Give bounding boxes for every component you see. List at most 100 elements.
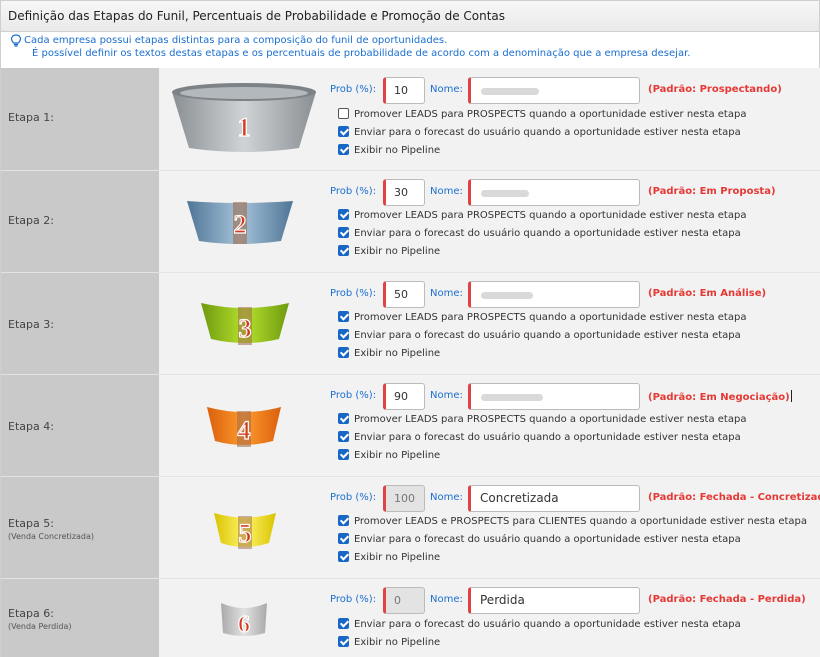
prob-label: Prob (%): xyxy=(330,492,377,503)
funnel-stage-1-icon: 1 xyxy=(169,82,319,154)
stage-label-column: Etapa 1: xyxy=(1,68,159,170)
blurred-text xyxy=(481,88,539,95)
stage-controls: Prob (%): 10 Nome: (Padrão: Prospectando… xyxy=(330,68,820,170)
prob-input[interactable]: 30 xyxy=(383,179,425,206)
stage-label: Etapa 2: xyxy=(8,214,54,227)
checkbox[interactable] xyxy=(338,431,349,442)
checkbox-row[interactable]: Enviar para o forecast do usuário quando… xyxy=(338,431,741,445)
nome-label: Nome: xyxy=(430,186,463,197)
stage-controls: Prob (%): 30 Nome: (Padrão: Em Proposta)… xyxy=(330,171,820,272)
nome-input[interactable]: Perdida xyxy=(468,587,640,614)
checkbox[interactable] xyxy=(338,636,349,647)
checkbox-label: Exibir no Pipeline xyxy=(354,552,441,563)
checkbox-row[interactable]: Promover LEADS para PROSPECTS quando a o… xyxy=(338,108,746,122)
nome-input[interactable] xyxy=(468,179,640,206)
checkbox-label: Exibir no Pipeline xyxy=(354,450,441,461)
checkbox[interactable] xyxy=(338,245,349,256)
funnel-stage-6-icon: 6 xyxy=(219,601,269,639)
checkbox-row[interactable]: Enviar para o forecast do usuário quando… xyxy=(338,618,741,632)
checkbox[interactable] xyxy=(338,551,349,562)
checkbox-row[interactable]: Exibir no Pipeline xyxy=(338,449,440,463)
prob-label: Prob (%): xyxy=(330,84,377,95)
stage-label-column: Etapa 6: (Venda Perdida) xyxy=(1,579,159,657)
checkbox-label: Promover LEADS para PROSPECTS quando a o… xyxy=(354,210,747,221)
checkbox[interactable] xyxy=(338,144,349,155)
stage-1: Etapa 1: 1 Prob (%): 10 Nome: (Padrão: P… xyxy=(1,68,820,170)
funnel-stage-2-icon: 2 xyxy=(185,197,295,247)
stage-label-column: Etapa 2: xyxy=(1,171,159,272)
checkbox-label: Enviar para o forecast do usuário quando… xyxy=(354,534,741,545)
checkbox-row[interactable]: Enviar para o forecast do usuário quando… xyxy=(338,533,741,547)
funnel-number: 1 xyxy=(238,113,251,142)
checkbox-row[interactable]: Exibir no Pipeline xyxy=(338,144,440,158)
checkbox-row[interactable]: Exibir no Pipeline xyxy=(338,245,440,259)
checkbox-row[interactable]: Enviar para o forecast do usuário quando… xyxy=(338,126,741,140)
funnel-number: 2 xyxy=(234,210,247,239)
checkbox-row[interactable]: Exibir no Pipeline xyxy=(338,347,440,361)
prob-label: Prob (%): xyxy=(330,594,377,605)
lightbulb-icon xyxy=(10,34,22,47)
checkbox-row[interactable]: Promover LEADS para PROSPECTS quando a o… xyxy=(338,311,746,325)
checkbox[interactable] xyxy=(338,108,349,119)
checkbox-row[interactable]: Exibir no Pipeline xyxy=(338,636,440,650)
checkbox-label: Enviar para o forecast do usuário quando… xyxy=(354,330,741,341)
prob-input-readonly: 100 xyxy=(383,485,425,512)
stage-label-column: Etapa 4: xyxy=(1,375,159,476)
checkbox[interactable] xyxy=(338,329,349,340)
checkbox-label: Exibir no Pipeline xyxy=(354,246,441,257)
checkbox-label: Enviar para o forecast do usuário quando… xyxy=(354,619,741,630)
stage-label: Etapa 5: xyxy=(8,517,54,530)
checkbox-label: Enviar para o forecast do usuário quando… xyxy=(354,127,741,138)
funnel-number: 4 xyxy=(238,416,251,445)
checkbox-label: Exibir no Pipeline xyxy=(354,348,441,359)
nome-input[interactable] xyxy=(468,383,640,410)
nome-input[interactable]: Concretizada xyxy=(468,485,640,512)
checkbox[interactable] xyxy=(338,126,349,137)
stage-controls: Prob (%): 90 Nome: (Padrão: Em Negociaçã… xyxy=(330,375,820,476)
checkbox[interactable] xyxy=(338,515,349,526)
stage-controls: Prob (%): 50 Nome: (Padrão: Em Análise) … xyxy=(330,273,820,374)
stage-label-column: Etapa 5: (Venda Concretizada) xyxy=(1,477,159,578)
checkbox[interactable] xyxy=(338,227,349,238)
checkbox-row[interactable]: Enviar para o forecast do usuário quando… xyxy=(338,329,741,343)
panel-header: Definição das Etapas do Funil, Percentua… xyxy=(1,1,819,32)
nome-input[interactable] xyxy=(468,77,640,104)
default-name-text: (Padrão: Em Negociação) xyxy=(648,392,790,403)
prob-input[interactable]: 10 xyxy=(383,77,425,104)
stage-label: Etapa 1: xyxy=(8,111,54,124)
checkbox-row[interactable]: Exibir no Pipeline xyxy=(338,551,440,565)
checkbox[interactable] xyxy=(338,533,349,544)
stage-6: Etapa 6: (Venda Perdida) 6 Prob (%): 0 N… xyxy=(1,578,820,657)
checkbox[interactable] xyxy=(338,209,349,220)
stage-label-column: Etapa 3: xyxy=(1,273,159,374)
stage-controls: Prob (%): 100 Nome: Concretizada (Padrão… xyxy=(330,477,820,578)
funnel-number: 5 xyxy=(239,519,252,548)
nome-label: Nome: xyxy=(430,594,463,605)
checkbox-row[interactable]: Promover LEADS para PROSPECTS quando a o… xyxy=(338,413,746,427)
checkbox[interactable] xyxy=(338,449,349,460)
prob-input[interactable]: 50 xyxy=(383,281,425,308)
blurred-text xyxy=(481,292,533,299)
checkbox-label: Enviar para o forecast do usuário quando… xyxy=(354,432,741,443)
default-name-hint: (Padrão: Fechada - Perdida) xyxy=(648,594,806,605)
checkbox[interactable] xyxy=(338,311,349,322)
stage-controls: Prob (%): 0 Nome: Perdida (Padrão: Fecha… xyxy=(330,579,820,657)
info-line-1: Cada empresa possui etapas distintas par… xyxy=(24,35,448,46)
checkbox-row[interactable]: Enviar para o forecast do usuário quando… xyxy=(338,227,741,241)
stage-label: Etapa 3: xyxy=(8,318,54,331)
nome-label: Nome: xyxy=(430,288,463,299)
nome-label: Nome: xyxy=(430,492,463,503)
checkbox-row[interactable]: Promover LEADS e PROSPECTS para CLIENTES… xyxy=(338,515,807,529)
stages-list: Etapa 1: 1 Prob (%): 10 Nome: (Padrão: P… xyxy=(1,68,820,657)
checkbox-row[interactable]: Promover LEADS para PROSPECTS quando a o… xyxy=(338,209,746,223)
stage-sublabel: (Venda Perdida) xyxy=(8,622,72,631)
prob-label: Prob (%): xyxy=(330,390,377,401)
checkbox[interactable] xyxy=(338,413,349,424)
checkbox[interactable] xyxy=(338,618,349,629)
prob-input[interactable]: 90 xyxy=(383,383,425,410)
stage-label: Etapa 4: xyxy=(8,420,54,433)
checkbox[interactable] xyxy=(338,347,349,358)
text-cursor xyxy=(790,390,792,402)
stage-5: Etapa 5: (Venda Concretizada) 5 Prob (%)… xyxy=(1,476,820,578)
nome-input[interactable] xyxy=(468,281,640,308)
